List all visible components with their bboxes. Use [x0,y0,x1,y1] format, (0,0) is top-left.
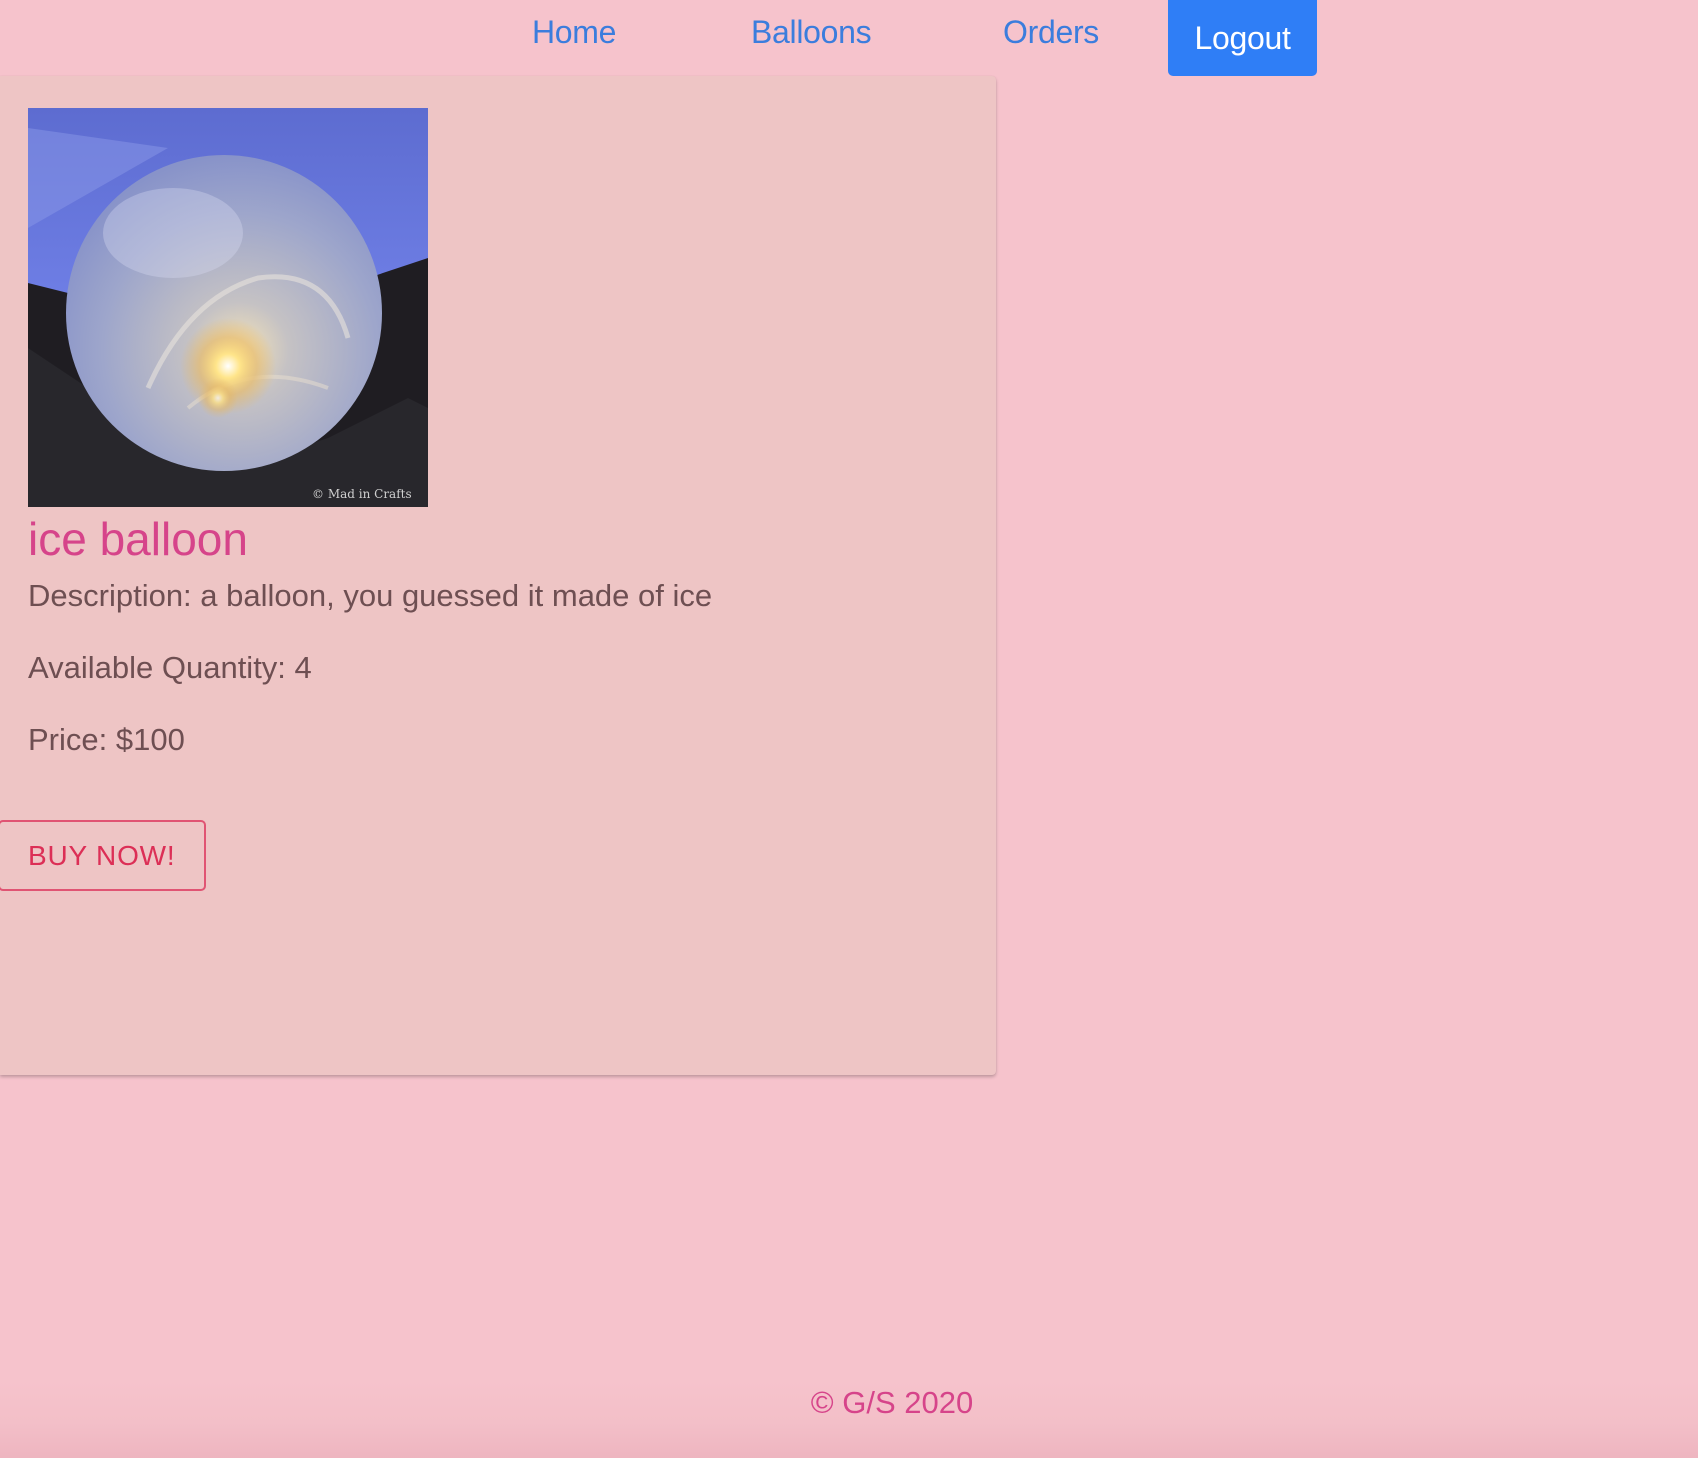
photo-caption: © Mad in Crafts [312,487,412,501]
product-title: ice balloon [28,513,248,565]
logout-button[interactable]: Logout [1168,0,1317,76]
nav-home-link[interactable]: Home [532,14,616,51]
buy-now-button[interactable]: BUY NOW! [0,820,206,891]
product-description: Description: a balloon, you guessed it m… [28,578,713,613]
ice-balloon-photo: © Mad in Crafts [28,108,428,507]
product-card: © Mad in Crafts ice balloon Description:… [0,76,996,1075]
nav-balloons-link[interactable]: Balloons [751,14,872,51]
product-price: Price: $100 [28,722,185,757]
product-quantity: Available Quantity: 4 [28,650,312,685]
top-nav: Home Balloons Orders Logout [0,0,1698,76]
product-image: © Mad in Crafts [28,108,428,507]
nav-orders-link[interactable]: Orders [1003,14,1099,51]
footer-copyright: © G/S 2020 [810,1385,974,1420]
